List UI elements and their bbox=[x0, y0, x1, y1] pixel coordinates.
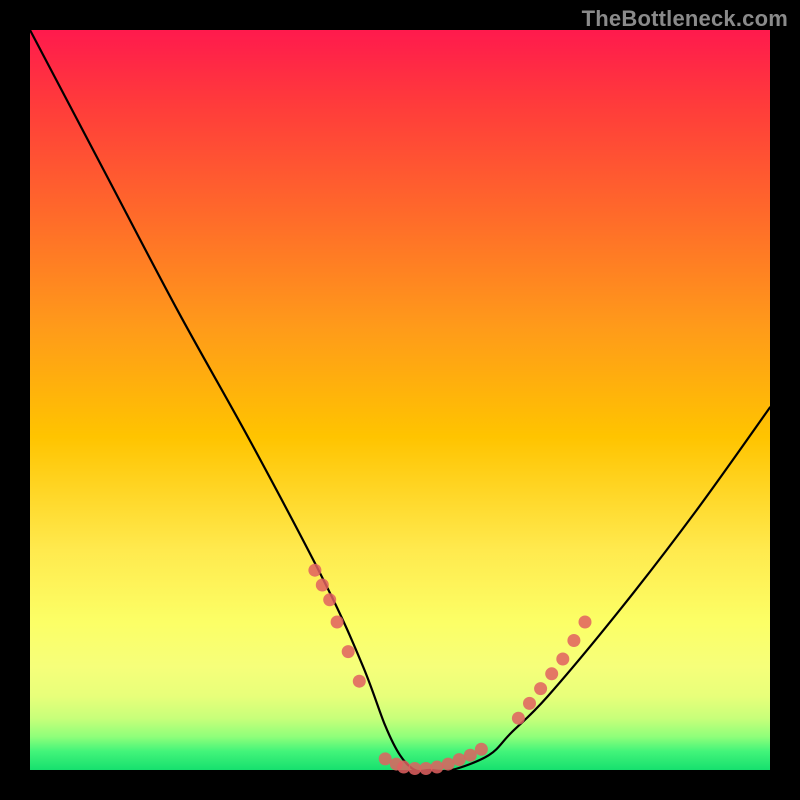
data-point bbox=[331, 616, 344, 629]
chart-svg bbox=[30, 30, 770, 770]
data-point bbox=[567, 634, 580, 647]
data-point bbox=[342, 645, 355, 658]
data-point bbox=[475, 743, 488, 756]
data-point bbox=[545, 667, 558, 680]
data-point bbox=[442, 758, 455, 771]
data-point bbox=[534, 682, 547, 695]
data-point bbox=[308, 564, 321, 577]
data-point bbox=[316, 579, 329, 592]
data-point bbox=[379, 752, 392, 765]
data-point bbox=[464, 749, 477, 762]
right-cluster-dots bbox=[512, 616, 592, 725]
data-point bbox=[523, 697, 536, 710]
data-point bbox=[419, 762, 432, 775]
left-cluster-dots bbox=[308, 564, 365, 688]
chart-frame: TheBottleneck.com bbox=[0, 0, 800, 800]
data-point bbox=[556, 653, 569, 666]
data-point bbox=[323, 593, 336, 606]
data-point bbox=[353, 675, 366, 688]
data-point bbox=[408, 762, 421, 775]
watermark-label: TheBottleneck.com bbox=[582, 6, 788, 32]
bottleneck-curve bbox=[30, 30, 770, 771]
data-point bbox=[579, 616, 592, 629]
data-point bbox=[453, 753, 466, 766]
data-point bbox=[512, 712, 525, 725]
data-point bbox=[431, 761, 444, 774]
data-point bbox=[397, 761, 410, 774]
